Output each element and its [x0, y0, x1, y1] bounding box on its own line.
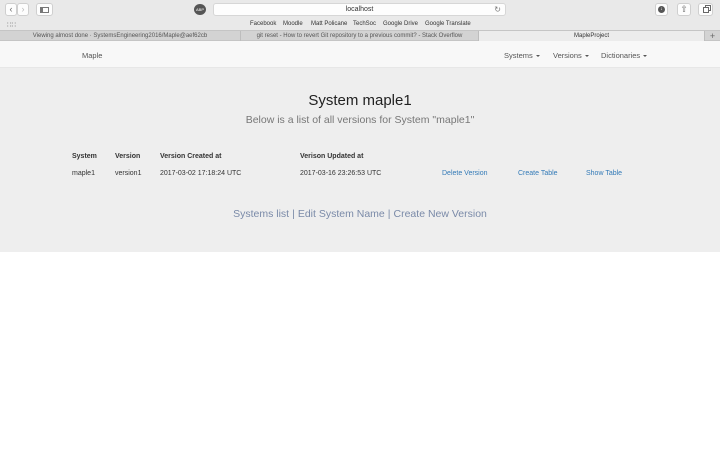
- reload-icon[interactable]: ↻: [494, 5, 501, 14]
- bookmark-facebook[interactable]: Facebook: [250, 21, 276, 27]
- caret-down-icon: [643, 55, 648, 58]
- footer-links: Systems list | Edit System Name | Create New…: [0, 208, 720, 220]
- chevron-right-icon: ›: [21, 4, 25, 14]
- cell-created: 2017-03-02 17:18:24 UTC: [160, 170, 242, 177]
- adblock-icon[interactable]: ABP: [194, 4, 206, 15]
- url-text: localhost: [345, 6, 374, 13]
- bookmark-google-translate[interactable]: Google Translate: [425, 21, 471, 27]
- plus-icon: +: [709, 31, 716, 41]
- nav-versions-label: Versions: [553, 51, 582, 60]
- header-updated: Verison Updated at: [300, 153, 364, 160]
- downloads-button[interactable]: ↓: [655, 3, 668, 16]
- link-separator: |: [292, 208, 295, 220]
- tabs-overview-icon: [702, 6, 709, 13]
- cell-version: version1: [115, 170, 142, 177]
- share-button[interactable]: ⇧: [677, 3, 691, 16]
- tabs-overview-button[interactable]: [698, 3, 713, 16]
- sidebar-icon: [40, 6, 49, 13]
- tab-label: Viewing almost done · SystemsEngineering…: [32, 33, 208, 39]
- nav-versions-dropdown[interactable]: Versions: [553, 51, 589, 60]
- nav-systems-label: Systems: [504, 51, 533, 60]
- back-button[interactable]: ‹: [5, 3, 17, 16]
- share-icon: ⇧: [680, 4, 688, 14]
- header-created: Version Created at: [160, 153, 222, 160]
- bookmark-matt-policane[interactable]: Matt Policane: [311, 21, 347, 27]
- adblock-badge-text: ABP: [195, 7, 204, 12]
- tab-label: git reset - How to revert Git repository…: [256, 33, 463, 39]
- show-table-link[interactable]: Show Table: [586, 170, 622, 177]
- bookmark-google-drive[interactable]: Google Drive: [383, 21, 418, 27]
- nav-dictionaries-label: Dictionaries: [601, 51, 641, 60]
- chevron-left-icon: ‹: [9, 4, 13, 14]
- cell-updated: 2017-03-16 23:26:53 UTC: [300, 170, 382, 177]
- delete-version-link[interactable]: Delete Version: [442, 170, 488, 177]
- address-bar[interactable]: localhost ↻: [213, 3, 506, 16]
- tab-stackoverflow[interactable]: git reset - How to revert Git repository…: [241, 31, 479, 41]
- jumbotron: System maple1 Below is a list of all ver…: [0, 68, 720, 252]
- bookmarks-bar: ∷∷ Facebook Moodle Matt Policane TechSoc…: [0, 19, 720, 30]
- tab-label: MapleProject: [573, 33, 609, 39]
- caret-down-icon: [584, 55, 589, 58]
- header-system: System: [72, 153, 97, 160]
- tab-github[interactable]: Viewing almost done · SystemsEngineering…: [0, 31, 241, 41]
- bookmark-moodle[interactable]: Moodle: [283, 21, 303, 27]
- nav-dictionaries-dropdown[interactable]: Dictionaries: [601, 51, 648, 60]
- app-navbar: Maple Systems Versions Dictionaries: [0, 41, 720, 68]
- tabs-bar: Viewing almost done · SystemsEngineering…: [0, 30, 720, 41]
- grid-icon[interactable]: ∷∷: [7, 21, 16, 29]
- caret-down-icon: [535, 55, 540, 58]
- cell-system: maple1: [72, 170, 95, 177]
- page-subtitle: Below is a list of all versions for Syst…: [245, 114, 475, 126]
- header-version: Version: [115, 153, 141, 160]
- download-icon: ↓: [658, 6, 665, 13]
- nav-systems-dropdown[interactable]: Systems: [504, 51, 540, 60]
- create-table-link[interactable]: Create Table: [518, 170, 558, 177]
- browser-toolbar: ‹ › ABP localhost ↻ ↓ ⇧: [0, 0, 720, 19]
- link-separator: |: [387, 208, 391, 220]
- tab-mapleproject[interactable]: MapleProject: [479, 31, 705, 41]
- new-tab-button[interactable]: +: [705, 31, 720, 41]
- sidebar-toggle-button[interactable]: [36, 3, 53, 16]
- systems-list-link[interactable]: Systems list: [233, 208, 289, 220]
- page-title: System maple1: [308, 92, 412, 109]
- edit-system-name-link[interactable]: Edit System Name: [298, 208, 385, 220]
- bookmark-techsoc[interactable]: TechSoc: [353, 21, 376, 27]
- forward-button[interactable]: ›: [17, 3, 29, 16]
- create-new-version-link[interactable]: Create New Version: [394, 208, 487, 220]
- navbar-brand[interactable]: Maple: [82, 51, 102, 60]
